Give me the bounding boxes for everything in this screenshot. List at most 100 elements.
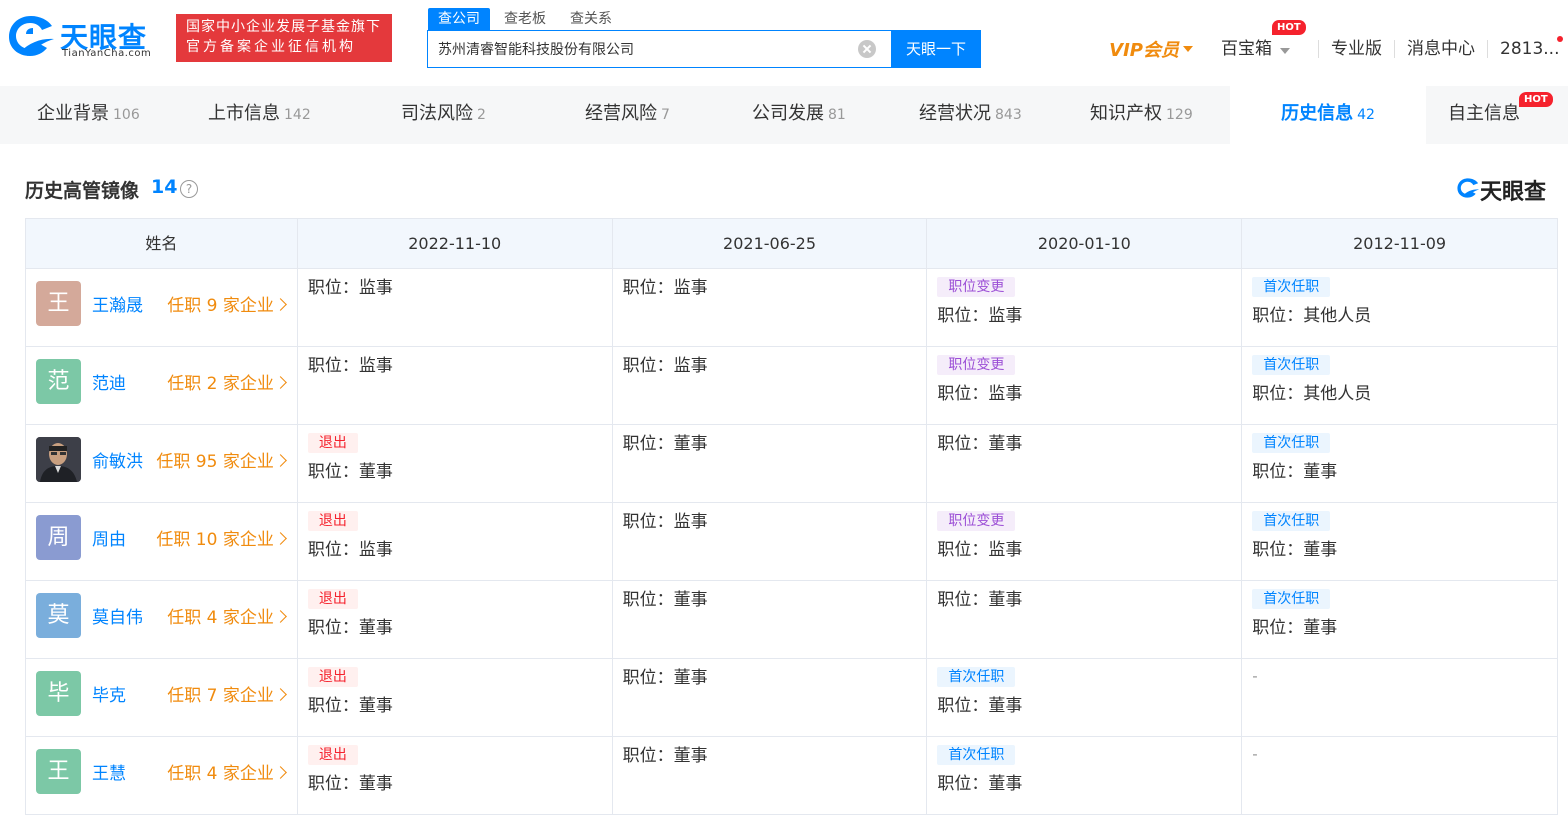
avatar[interactable]: 周 <box>36 515 81 560</box>
person-photo-icon <box>36 437 81 482</box>
logo-domain: TianYanCha.com <box>62 48 152 59</box>
avatar[interactable]: 毕 <box>36 671 81 716</box>
tab-label: 自主信息 <box>1448 103 1520 124</box>
person-name-link[interactable]: 毕克 <box>92 681 126 706</box>
vip-member-link[interactable]: VIP会员 <box>1109 36 1179 62</box>
eye-logo-icon <box>1457 178 1480 198</box>
tab-count: 42 <box>1357 107 1375 123</box>
person-name-link[interactable]: 王瀚晟 <box>92 291 143 316</box>
company-tabs: 企业背景 106 上市信息 142 司法风险 2 经营风险 7 公司发展 81 经营状况 8… <box>0 86 1568 144</box>
tab-count: 81 <box>828 107 846 123</box>
table-row: 周周由 任职 10 家企业 退出 职位：监事 职位：监事 职位变更 职位：监事 首次任职 职位：… <box>26 503 1559 581</box>
person-cell: 毕毕克 任职 7 家企业 <box>26 659 298 737</box>
status-badge: 职位变更 <box>937 277 1016 297</box>
tab-operations[interactable]: 经营状况 843 <box>919 86 1022 144</box>
table-row: 莫莫自伟 任职 4 家企业 退出 职位：董事 职位：董事 职位：董事 首次任职 职位：董事 <box>26 581 1559 659</box>
search-tab-boss[interactable]: 查老板 <box>494 8 556 30</box>
position-cell: 首次任职 职位：董事 <box>1242 581 1559 659</box>
position-cell: 首次任职职位：其他人员 <box>1242 269 1559 347</box>
positions-count-link[interactable]: 任职 10 家企业 <box>156 525 284 550</box>
person-name-link[interactable]: 王慧 <box>92 759 126 784</box>
position-text: 职位：监事 <box>937 540 1023 560</box>
top-header: 天眼查 TianYanCha.com 国家中小企业发展子基金旗下 官方备案企业征… <box>0 0 1568 86</box>
tab-self-info[interactable]: 自主信息 <box>1448 86 1520 144</box>
tab-count: 142 <box>284 107 311 123</box>
hot-badge: HOT <box>1272 20 1306 35</box>
chevron-down-icon[interactable] <box>1183 46 1193 52</box>
avatar[interactable]: 王 <box>36 281 81 326</box>
executive-history-table: 姓名 2022-11-10 2021-06-25 2020-01-10 2012… <box>25 218 1559 815</box>
chevron-down-icon <box>1280 48 1290 54</box>
column-header-date: 2022-11-10 <box>297 219 613 269</box>
status-badge: 首次任职 <box>1252 433 1331 453</box>
avatar[interactable]: 王 <box>36 749 81 794</box>
status-badge: 首次任职 <box>937 667 1016 687</box>
tab-label: 公司发展 <box>752 103 824 124</box>
status-badge: 退出 <box>307 589 358 609</box>
tab-development[interactable]: 公司发展 81 <box>752 86 846 144</box>
person-name-link[interactable]: 周由 <box>92 525 126 550</box>
positions-count-link[interactable]: 任职 4 家企业 <box>167 759 285 784</box>
message-center-link[interactable]: 消息中心 <box>1395 36 1487 62</box>
position-cell: 退出 职位：董事 <box>297 425 613 503</box>
tab-label: 经营风险 <box>585 103 657 124</box>
search-input[interactable] <box>438 31 848 67</box>
position-cell: 退出 职位：董事 <box>297 737 613 815</box>
position-cell: 首次任职职位：董事 <box>1242 503 1559 581</box>
position-text: 职位：董事 <box>622 746 708 766</box>
position-cell: 首次任职 职位：董事 <box>927 737 1243 815</box>
positions-count-link[interactable]: 任职 7 家企业 <box>167 681 285 706</box>
position-cell: 职位：董事 <box>612 581 928 659</box>
tab-ip[interactable]: 知识产权 129 <box>1090 86 1193 144</box>
positions-count-link[interactable]: 任职 2 家企业 <box>167 369 285 394</box>
tab-count: 7 <box>661 107 670 123</box>
eye-logo-icon <box>9 16 54 56</box>
help-icon[interactable]: ? <box>180 180 198 198</box>
column-header-date: 2012-11-09 <box>1242 219 1559 269</box>
tab-operating-risk[interactable]: 经营风险 7 <box>585 86 670 144</box>
tianyancha-logo[interactable]: 天眼查 TianYanCha.com <box>6 12 162 60</box>
search-button[interactable]: 天眼一下 <box>891 30 981 68</box>
section-title: 历史高管镜像 <box>25 180 140 202</box>
pro-version-link[interactable]: 专业版 <box>1319 36 1394 62</box>
positions-count-link[interactable]: 任职 95 家企业 <box>156 447 284 472</box>
tab-label: 知识产权 <box>1090 103 1162 124</box>
position-text: 职位：董事 <box>937 590 1023 610</box>
position-cell: 职位：监事 <box>297 347 613 425</box>
status-badge: 首次任职 <box>1252 277 1331 297</box>
position-text: - <box>1252 745 1258 763</box>
search-box <box>427 30 892 68</box>
tab-history[interactable]: 历史信息 42 <box>1230 86 1426 144</box>
clear-icon[interactable] <box>858 40 876 58</box>
position-text: 职位：监事 <box>937 384 1023 404</box>
tab-legal-risk[interactable]: 司法风险 2 <box>401 86 486 144</box>
user-account-link[interactable]: 2813... <box>1488 36 1568 62</box>
status-badge: 退出 <box>307 745 358 765</box>
section-count: 14 <box>151 176 178 198</box>
position-text: 职位：董事 <box>1252 618 1338 638</box>
person-name-link[interactable]: 俞敏洪 <box>92 447 143 472</box>
avatar[interactable]: 范 <box>36 359 81 404</box>
person-name-link[interactable]: 范迪 <box>92 369 126 394</box>
treasure-box-label: 百宝箱 <box>1221 39 1272 59</box>
positions-count-link[interactable]: 任职 9 家企业 <box>167 291 285 316</box>
position-text: 职位：董事 <box>307 462 393 482</box>
search-tab-relation[interactable]: 查关系 <box>560 8 622 30</box>
search-tab-company[interactable]: 查公司 <box>428 8 490 30</box>
status-badge: 首次任职 <box>937 745 1016 765</box>
position-cell: 职位：监事 <box>612 269 928 347</box>
positions-count-link[interactable]: 任职 4 家企业 <box>167 603 285 628</box>
person-name-link[interactable]: 莫自伟 <box>92 603 143 628</box>
gov-badge: 国家中小企业发展子基金旗下 官方备案企业征信机构 <box>176 14 392 62</box>
treasure-box-link[interactable]: 百宝箱 <box>1209 36 1318 62</box>
brand-text: 天眼查 <box>1480 180 1547 205</box>
position-text: 职位：董事 <box>1252 540 1338 560</box>
position-text: 职位：其他人员 <box>1252 306 1372 326</box>
tab-background[interactable]: 企业背景 106 <box>37 86 140 144</box>
position-cell: 职位：董事 <box>927 425 1243 503</box>
avatar[interactable] <box>36 437 81 482</box>
status-badge: 首次任职 <box>1252 511 1331 531</box>
avatar[interactable]: 莫 <box>36 593 81 638</box>
tab-listing[interactable]: 上市信息 142 <box>208 86 311 144</box>
column-header-name: 姓名 <box>26 219 298 269</box>
